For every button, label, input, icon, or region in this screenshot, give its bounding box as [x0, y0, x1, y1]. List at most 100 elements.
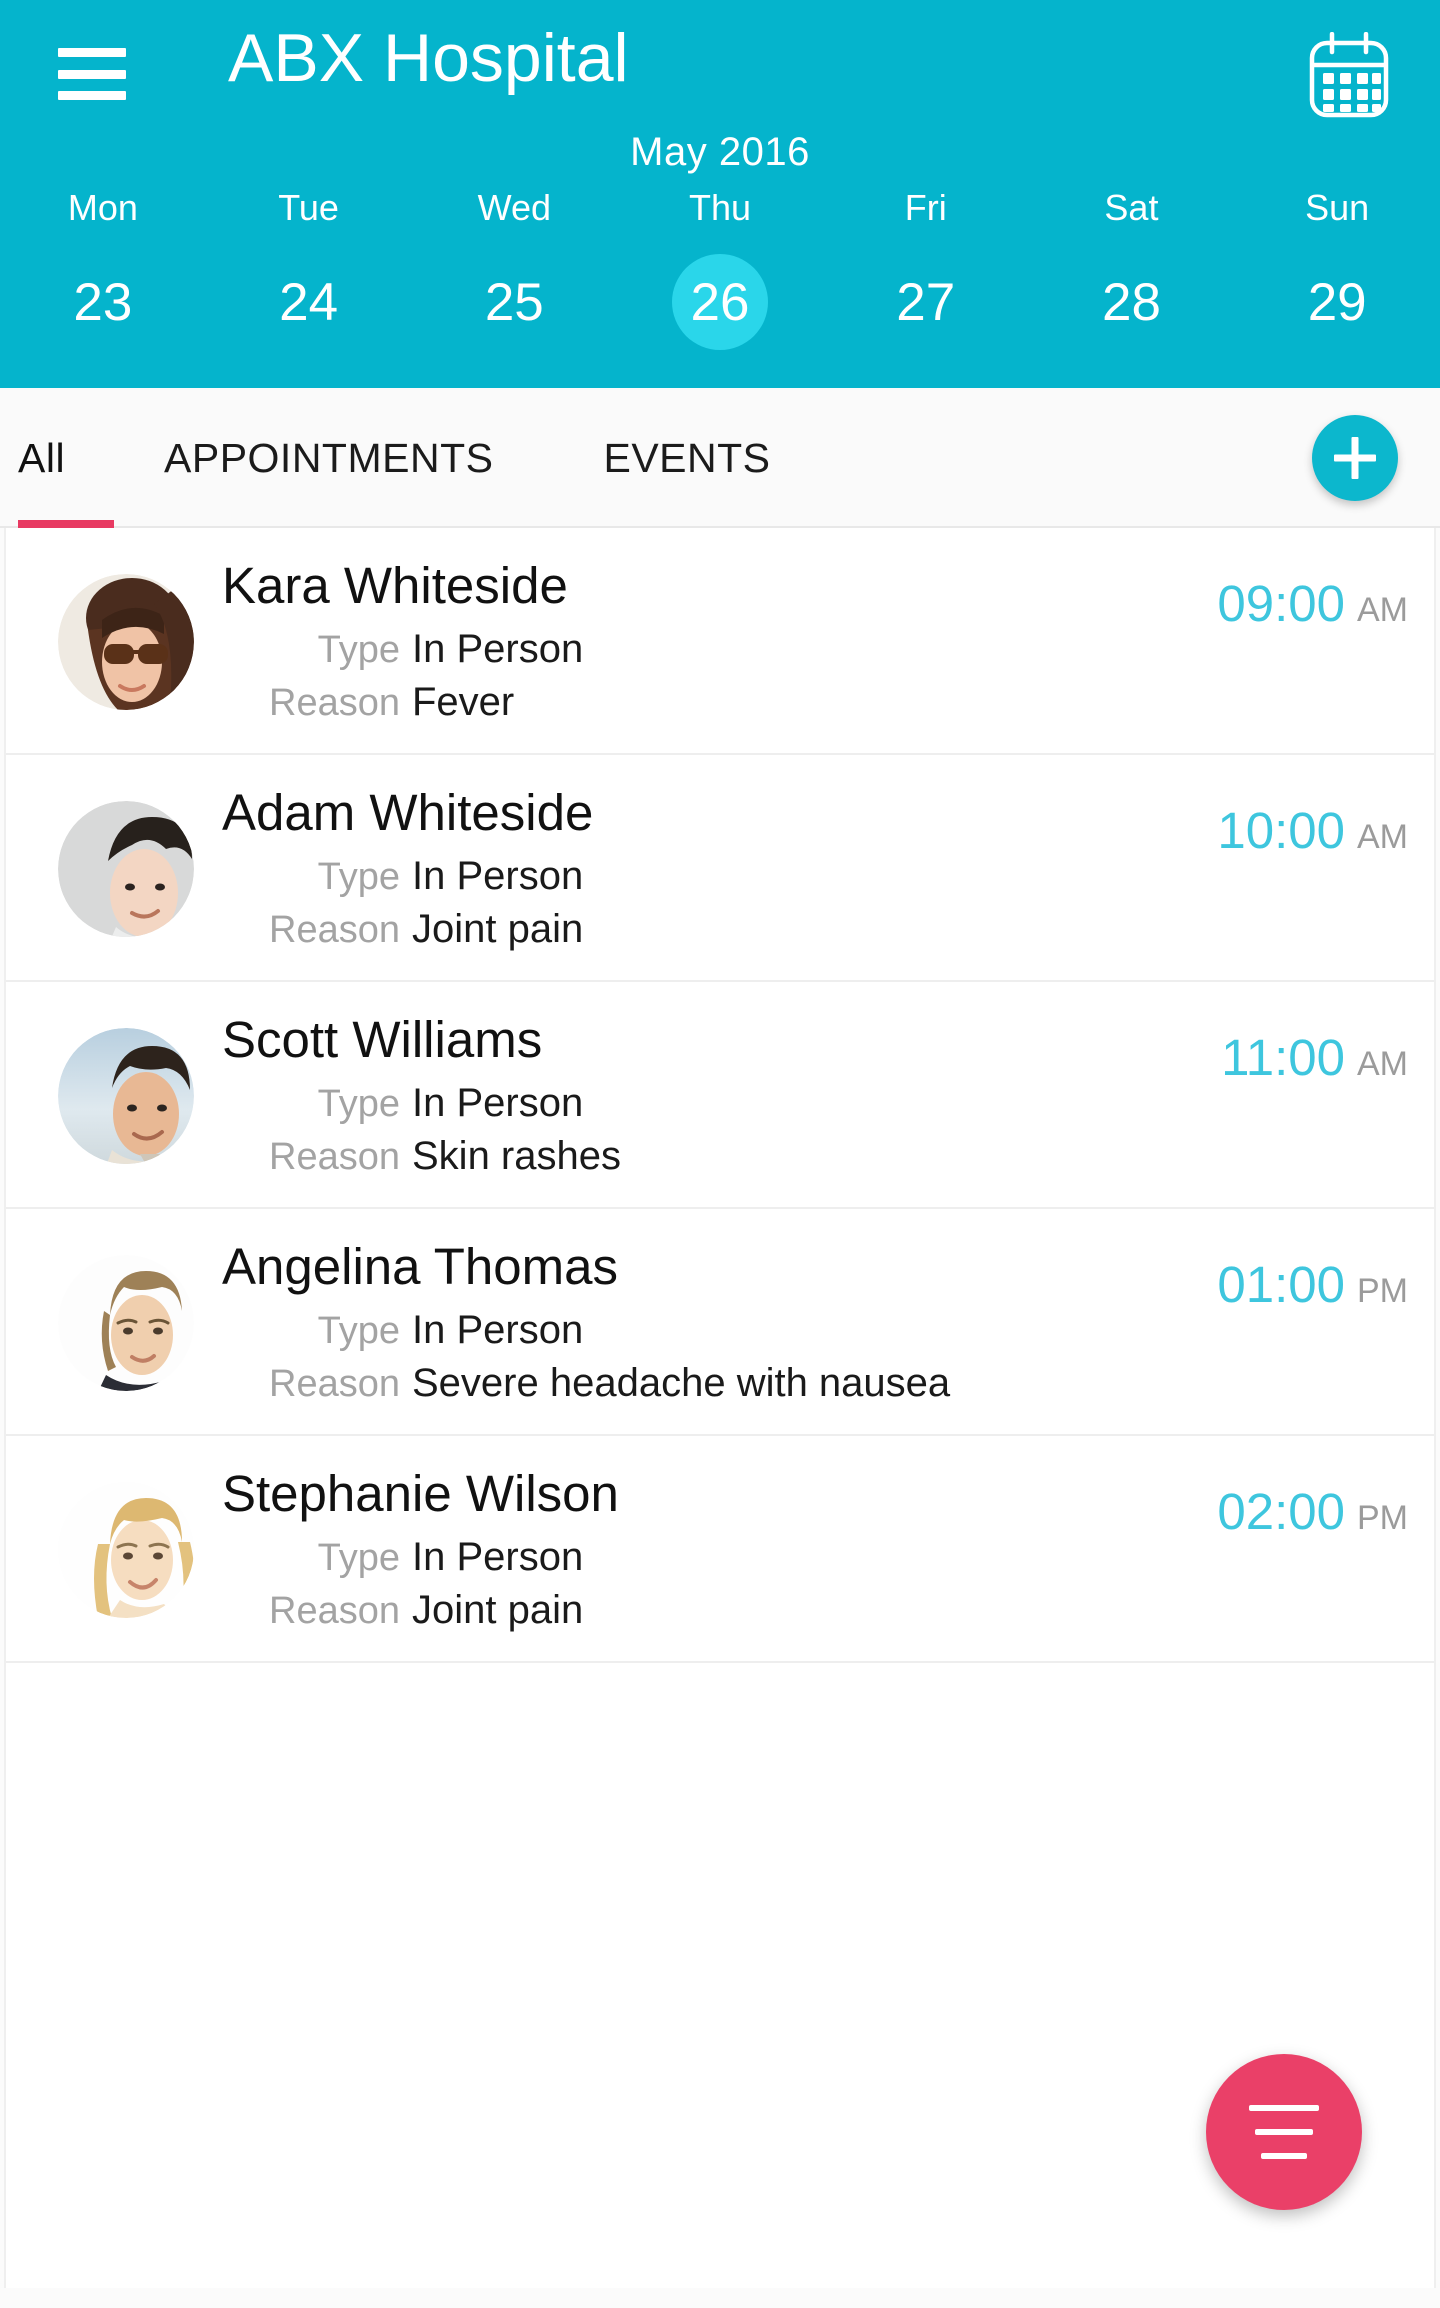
- type-label: Type: [317, 1083, 400, 1126]
- day-name: Mon: [67, 187, 138, 228]
- tab-list: All APPOINTMENTS EVENTS: [0, 388, 771, 528]
- page-title: ABX Hospital: [228, 20, 629, 96]
- day-name: Fri: [904, 187, 947, 228]
- time-meridiem: AM: [1357, 591, 1408, 629]
- day-number: 25: [484, 272, 544, 332]
- type-value: In Person: [412, 627, 584, 672]
- tab-label: APPOINTMENTS: [164, 434, 494, 481]
- type-label: Type: [317, 1537, 400, 1580]
- reason-field: Reason Joint pain: [222, 1588, 1414, 1633]
- day-number: 26: [690, 272, 750, 332]
- time-value: 10:00: [1217, 802, 1345, 860]
- appointment-row[interactable]: Adam Whiteside Type In Person Reason Joi…: [6, 755, 1434, 983]
- day-number-wrap: 28: [1029, 254, 1235, 350]
- day-name: Wed: [477, 187, 551, 228]
- type-value: In Person: [412, 1308, 584, 1353]
- week-day-strip: Mon 23 Tue 24 Wed 25 Thu 26 Fri 27 Sat 2…: [0, 190, 1440, 350]
- time-value: 11:00: [1221, 1029, 1345, 1087]
- reason-label: Reason: [269, 1363, 400, 1406]
- type-value: In Person: [412, 1535, 584, 1580]
- time-meridiem: AM: [1357, 1045, 1408, 1084]
- tab-appointments[interactable]: APPOINTMENTS: [164, 388, 493, 528]
- day-cell-sun[interactable]: Sun 29: [1234, 190, 1440, 350]
- time-meridiem: PM: [1357, 1272, 1408, 1311]
- filter-line: [1255, 2129, 1313, 2135]
- reason-label: Reason: [269, 1590, 400, 1633]
- reason-label: Reason: [269, 909, 400, 952]
- calendar-icon[interactable]: [1308, 31, 1390, 118]
- day-number-wrap: 23: [0, 254, 206, 350]
- type-field: Type In Person: [222, 1535, 1414, 1580]
- type-value: In Person: [412, 854, 584, 899]
- reason-value: Joint pain: [412, 907, 584, 952]
- reason-value: Skin rashes: [412, 1134, 621, 1179]
- hamburger-line: [58, 48, 126, 57]
- type-label: Type: [317, 1310, 400, 1353]
- reason-value: Fever: [412, 680, 515, 725]
- appointment-list: Kara Whiteside Type In Person Reason Fev…: [4, 528, 1436, 2288]
- reason-label: Reason: [269, 682, 400, 725]
- day-name: Tue: [278, 187, 339, 228]
- avatar-woman-short-hair: [58, 1255, 194, 1392]
- time-meridiem: PM: [1357, 1499, 1408, 1538]
- reason-value: Severe headache with nausea: [412, 1361, 951, 1406]
- filter-lines-icon[interactable]: [1206, 2054, 1362, 2210]
- day-name: Thu: [688, 187, 752, 228]
- reason-field: Reason Joint pain: [222, 907, 1414, 952]
- avatar-woman-sunglasses: [58, 574, 194, 710]
- appointment-row[interactable]: Scott Williams Type In Person Reason Ski…: [6, 982, 1434, 1210]
- day-number: 28: [1101, 272, 1161, 332]
- day-number: 23: [73, 272, 133, 332]
- filter-line: [1261, 2153, 1307, 2159]
- tab-label: EVENTS: [603, 434, 771, 481]
- reason-value: Joint pain: [412, 1588, 584, 1633]
- appointment-time: 09:00 AM: [1217, 574, 1408, 633]
- day-cell-sat[interactable]: Sat 28: [1029, 190, 1235, 350]
- month-year-label: May 2016: [630, 130, 810, 174]
- day-cell-wed[interactable]: Wed 25: [411, 190, 617, 350]
- time-value: 01:00: [1217, 1256, 1345, 1314]
- time-meridiem: AM: [1357, 818, 1408, 857]
- type-value: In Person: [412, 1081, 584, 1126]
- header-top-bar: ABX Hospital: [0, 0, 1440, 150]
- appointment-time: 02:00 PM: [1217, 1482, 1408, 1541]
- appointment-time: 10:00 AM: [1217, 801, 1408, 860]
- appointment-row[interactable]: Stephanie Wilson Type In Person Reason J…: [6, 1436, 1434, 1664]
- tab-all[interactable]: All: [18, 388, 114, 528]
- hamburger-line: [58, 91, 126, 100]
- reason-field: Reason Severe headache with nausea: [222, 1361, 1414, 1406]
- day-cell-thu-selected[interactable]: Thu 26: [617, 190, 823, 350]
- type-field: Type In Person: [222, 1081, 1414, 1126]
- type-label: Type: [317, 856, 400, 899]
- day-cell-tue[interactable]: Tue 24: [206, 190, 412, 350]
- time-value: 02:00: [1217, 1483, 1345, 1541]
- add-appointment-button[interactable]: [1312, 415, 1398, 501]
- tab-active-underline: [18, 520, 114, 528]
- day-number: 27: [896, 272, 956, 332]
- tab-events[interactable]: EVENTS: [603, 388, 770, 528]
- tab-bar: All APPOINTMENTS EVENTS: [0, 388, 1440, 528]
- type-field: Type In Person: [222, 854, 1414, 899]
- avatar-man-blue-background: [58, 1028, 194, 1165]
- reason-field: Reason Fever: [222, 680, 1414, 725]
- app-root: ABX Hospital May 2016 Mon 23 Tue 24 Wed …: [0, 0, 1440, 2308]
- day-number-wrap: 26: [617, 254, 823, 350]
- day-number-wrap: 29: [1234, 254, 1440, 350]
- appointment-row[interactable]: Kara Whiteside Type In Person Reason Fev…: [6, 528, 1434, 756]
- day-number-wrap: 27: [823, 254, 1029, 350]
- day-number: 29: [1307, 272, 1367, 332]
- tab-label: All: [18, 434, 66, 481]
- avatar-man-curly-hair: [58, 801, 194, 938]
- day-number: 24: [279, 272, 339, 332]
- day-cell-fri[interactable]: Fri 27: [823, 190, 1029, 350]
- type-label: Type: [317, 629, 400, 672]
- appointment-time: 11:00 AM: [1221, 1028, 1408, 1087]
- appointment-time: 01:00 PM: [1217, 1255, 1408, 1314]
- appointment-row[interactable]: Angelina Thomas Type In Person Reason Se…: [6, 1209, 1434, 1437]
- filter-line: [1249, 2105, 1319, 2111]
- day-number-wrap: 24: [206, 254, 412, 350]
- day-number-wrap: 25: [411, 254, 617, 350]
- reason-label: Reason: [269, 1136, 400, 1179]
- day-cell-mon[interactable]: Mon 23: [0, 190, 206, 350]
- hamburger-menu-icon[interactable]: [58, 48, 126, 100]
